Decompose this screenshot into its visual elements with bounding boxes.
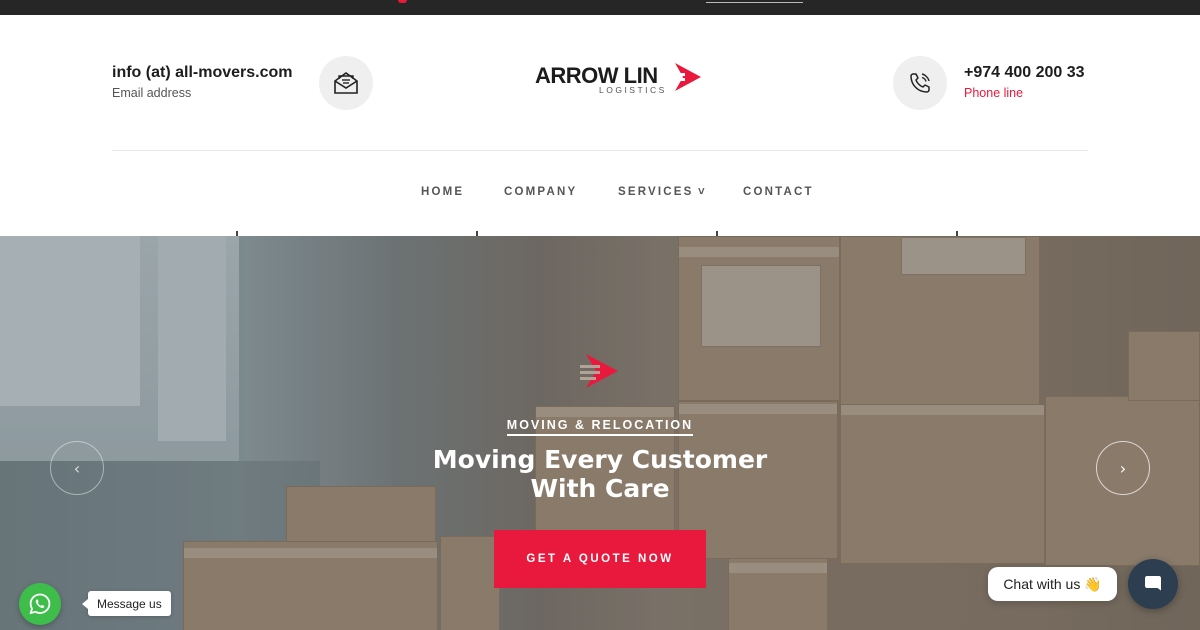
chat-launcher-button[interactable] [1128, 559, 1178, 609]
site-header: info (at) all-movers.com Email address A… [0, 15, 1200, 236]
phone-contact[interactable]: +974 400 200 33 Phone line [964, 64, 1085, 100]
hero-headline: Moving Every Customer With Care [0, 445, 1200, 503]
email-contact[interactable]: info (at) all-movers.com Email address [112, 64, 292, 100]
hero-kicker: MOVING & RELOCATION [0, 414, 1200, 436]
email-caption: Email address [112, 86, 192, 100]
logo-tagline: LOGISTICS [599, 85, 667, 95]
hero-headline-line: Moving Every Customer [432, 445, 768, 474]
nav-contact[interactable]: CONTACT [743, 186, 814, 198]
top-announcement-bar [0, 0, 1200, 15]
nav-home[interactable]: HOME [421, 186, 464, 198]
nav-services-label: SERVICES [618, 186, 694, 198]
chevron-down-icon: ˅ [697, 186, 705, 198]
slider-prev-button[interactable]: ‹ [50, 441, 104, 495]
site-logo[interactable]: ARROW LIN LOGISTICS [535, 61, 705, 101]
phone-value[interactable]: +974 400 200 33 [964, 64, 1085, 82]
nav-company[interactable]: COMPANY [504, 186, 577, 198]
whatsapp-label[interactable]: Message us [82, 591, 171, 616]
whatsapp-button[interactable] [19, 583, 61, 625]
hero-kicker-text: MOVING & RELOCATION [506, 418, 694, 436]
arrow-speed-icon [580, 354, 618, 388]
chevron-right-icon: › [1119, 458, 1127, 478]
phone-ring-icon [893, 56, 947, 110]
phone-caption: Phone line [964, 86, 1024, 100]
chat-prompt[interactable]: Chat with us 👋 [988, 567, 1117, 601]
announcement-link-underline[interactable] [706, 2, 803, 3]
chevron-left-icon: ‹ [73, 458, 81, 478]
arrow-speed-icon [671, 63, 701, 91]
email-value[interactable]: info (at) all-movers.com [112, 64, 292, 82]
announcement-marker [398, 0, 407, 3]
whatsapp-icon [29, 593, 51, 615]
get-quote-button[interactable]: GET A QUOTE NOW [494, 530, 706, 588]
header-divider [112, 150, 1088, 151]
slider-next-button[interactable]: › [1096, 441, 1150, 495]
main-nav: HOME COMPANY SERVICES ˅ CONTACT [0, 186, 1200, 206]
chat-bubble-icon [1145, 576, 1161, 591]
hero-headline-line: With Care [530, 474, 670, 503]
nav-services[interactable]: SERVICES ˅ [618, 186, 705, 198]
envelope-open-icon [319, 56, 373, 110]
